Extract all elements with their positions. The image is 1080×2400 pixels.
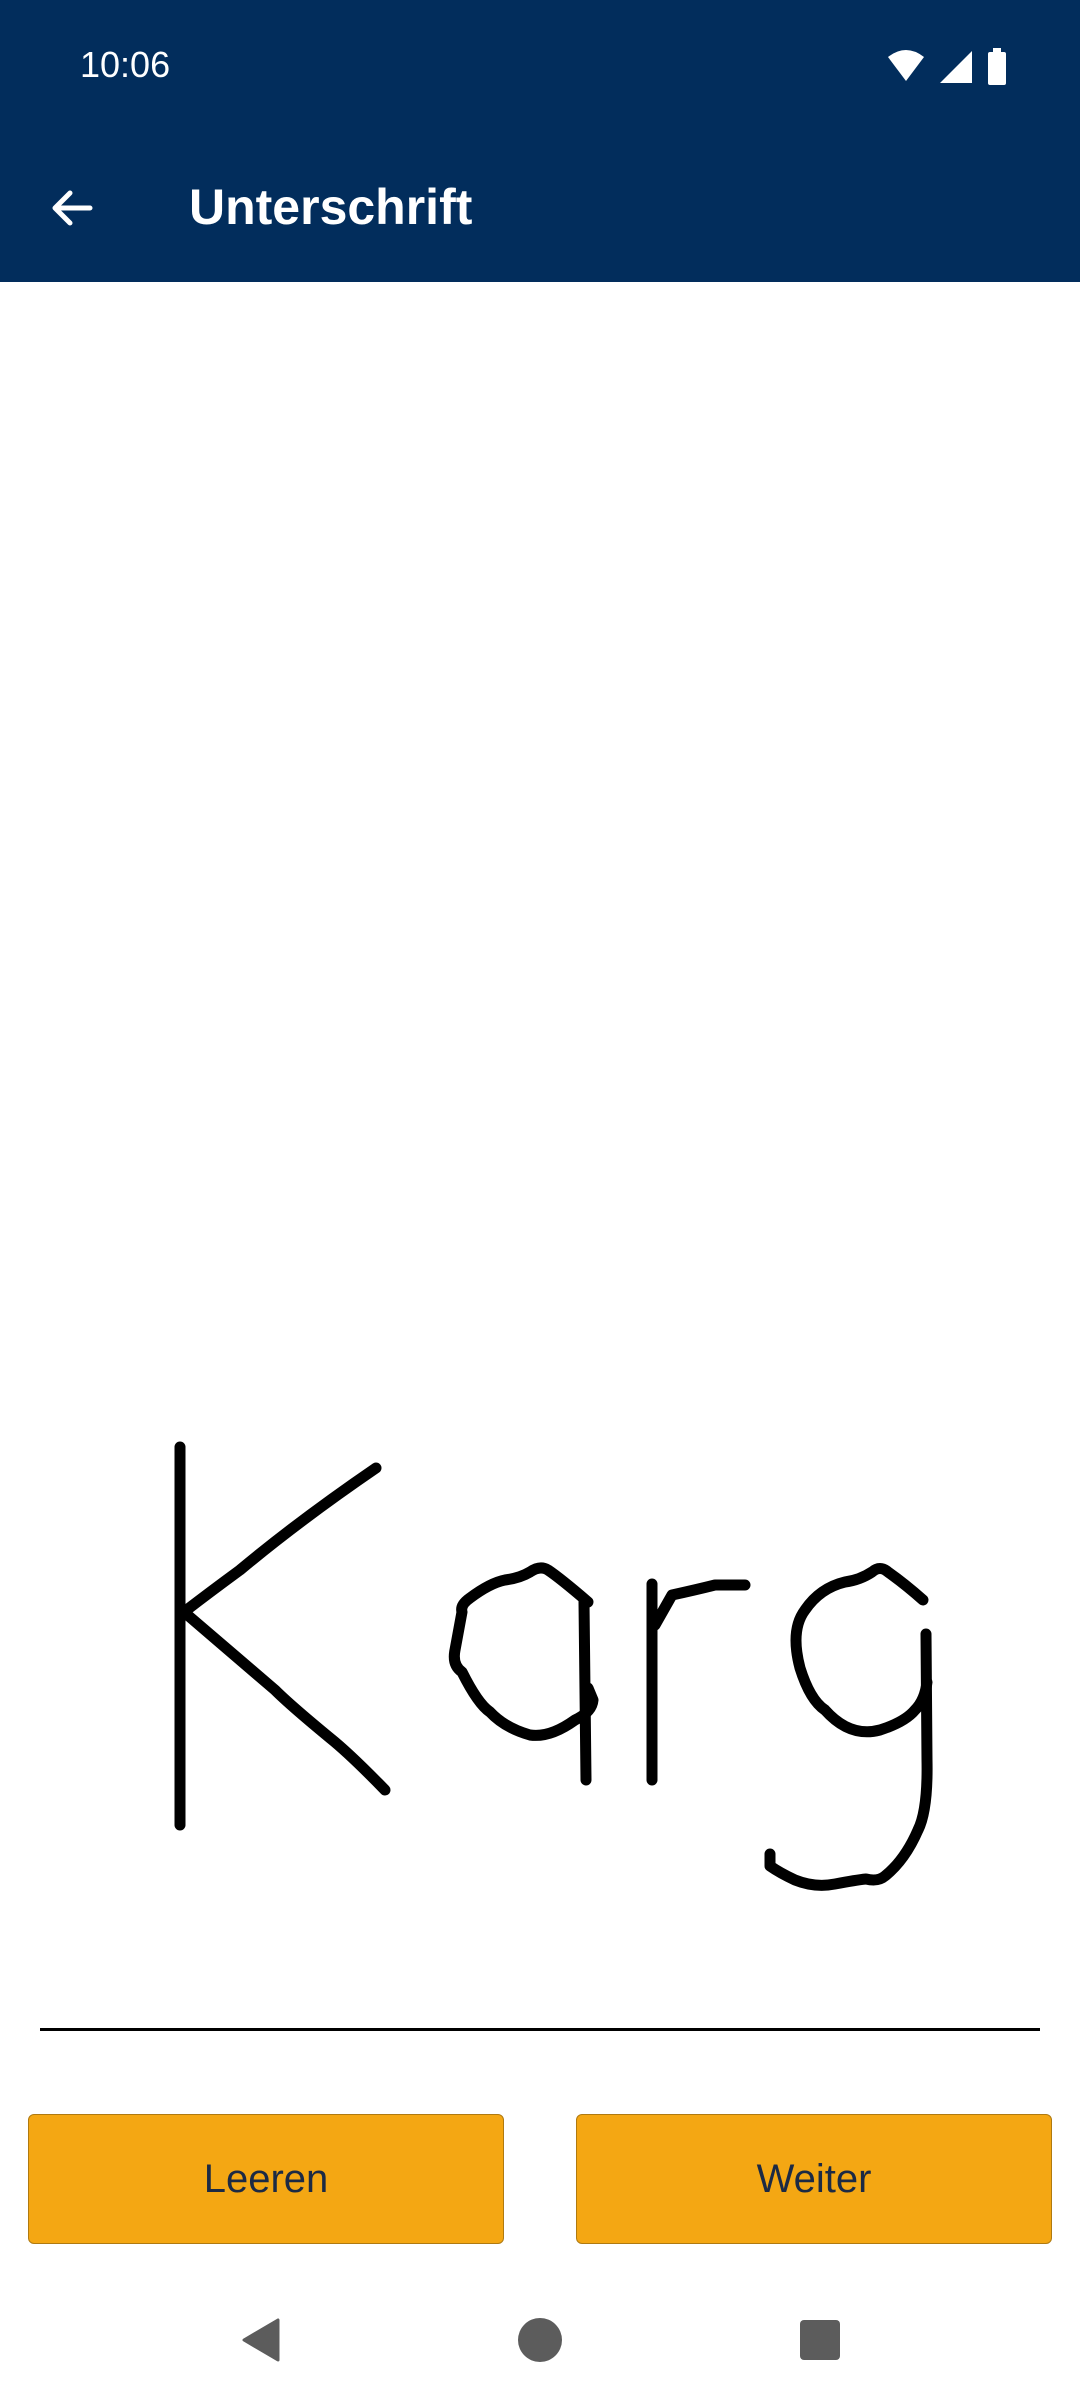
wifi-icon [888,50,924,81]
status-time: 10:06 [80,44,171,85]
nav-back-button[interactable] [230,2308,294,2372]
back-triangle-icon [242,2318,280,2362]
app-bar: Unterschrift [0,136,1080,282]
recents-square-icon [800,2320,840,2360]
home-circle-icon [518,2318,562,2362]
nav-home-button[interactable] [508,2308,572,2372]
nav-bar [0,2280,1080,2400]
clear-button[interactable]: Leeren [28,2114,504,2244]
battery-icon [988,48,1006,85]
nav-recents-button[interactable] [788,2308,852,2372]
next-button[interactable]: Weiter [576,2114,1052,2244]
page-title: Unterschrift [189,179,473,235]
signal-icon [940,51,972,83]
status-bar: 10:06 [0,0,1080,136]
signature-drawing [174,1441,933,1891]
signature-line [40,2028,1040,2031]
arrow-back-icon [52,190,93,226]
status-icons [886,48,1008,86]
signature-pad[interactable] [0,282,1080,2012]
back-button[interactable] [36,172,108,244]
